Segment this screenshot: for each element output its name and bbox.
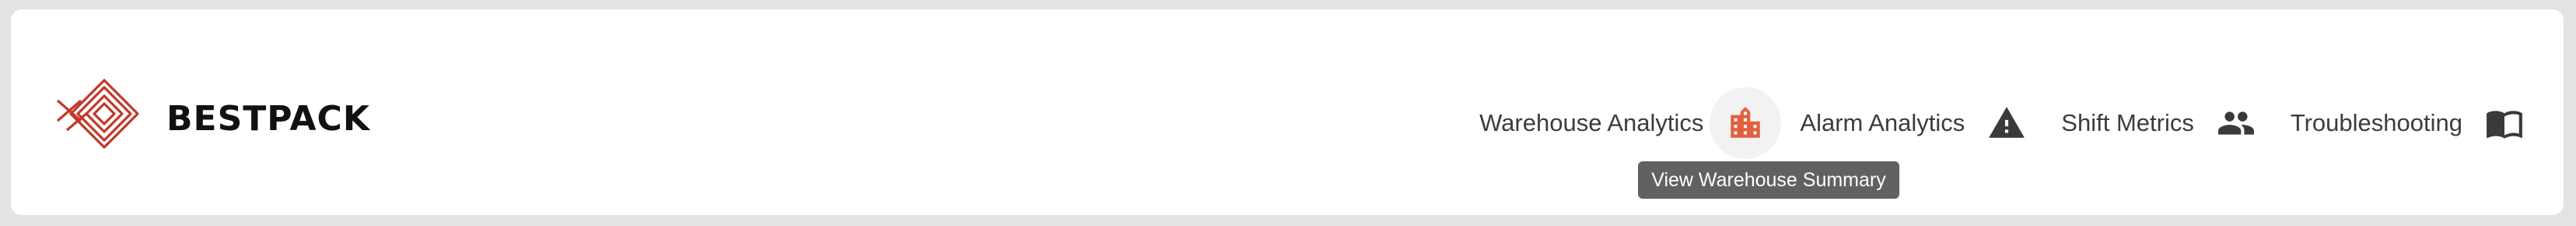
book-icon [2487,111,2522,139]
brand-name: BESTPACK [166,98,370,139]
warehouse-icon [1731,107,1761,138]
people-icon-button[interactable] [2200,87,2272,159]
nav-item-warehouse-analytics[interactable]: Warehouse Analytics [1479,87,1800,159]
nav-item-label: Shift Metrics [2061,109,2194,136]
main-nav: Warehouse Analytics Alarm Analytics Shif… [1479,84,2540,162]
warning-icon-button[interactable] [1971,87,2042,159]
nav-item-label: Troubleshooting [2290,109,2462,136]
nav-item-shift-metrics[interactable]: Shift Metrics [2061,87,2291,159]
nav-item-label: Warehouse Analytics [1479,109,1704,136]
book-icon-button[interactable] [2469,87,2540,159]
people-icon [2217,111,2254,135]
bestpack-logo-icon [56,79,139,149]
warehouse-icon-button[interactable] [1710,87,1782,159]
header-bar: BESTPACK Warehouse Analytics Alarm Analy… [11,9,2564,215]
tooltip: View Warehouse Summary [1638,161,1899,199]
nav-item-label: Alarm Analytics [1800,109,1965,136]
nav-item-troubleshooting[interactable]: Troubleshooting [2291,87,2540,159]
warning-icon [1989,107,2025,138]
nav-item-alarm-analytics[interactable]: Alarm Analytics [1800,87,2061,159]
brand[interactable]: BESTPACK [50,72,370,165]
